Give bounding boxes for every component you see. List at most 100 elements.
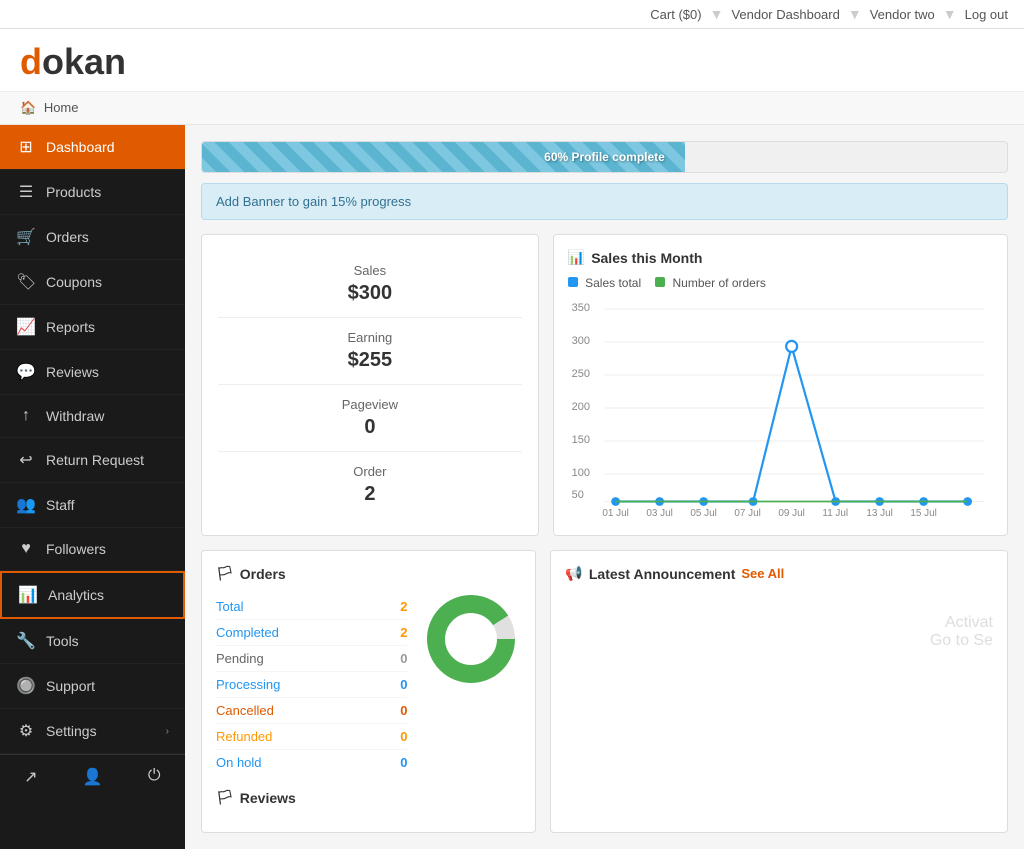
- sidebar-item-return-request[interactable]: ↩ Return Request: [0, 438, 185, 483]
- settings-arrow: ›: [166, 726, 169, 737]
- sales-chart-box: 📊 Sales this Month Sales total Number of…: [553, 234, 1008, 536]
- reviews-stub: 🏳 Reviews: [216, 789, 521, 806]
- sidebar-item-dashboard[interactable]: ⊞ Dashboard: [0, 125, 185, 170]
- donut-chart-wrap: [421, 594, 521, 684]
- chart-title: 📊 Sales this Month: [568, 249, 993, 266]
- main-layout: ⊞ Dashboard ☰ Products 🛒 Orders 🏷 Coupon…: [0, 125, 1024, 849]
- sidebar-item-reports[interactable]: 📈 Reports: [0, 305, 185, 350]
- order-row-total: Total 2: [216, 594, 407, 620]
- sidebar-label-tools: Tools: [46, 633, 169, 649]
- order-val-processing: 0: [400, 677, 407, 692]
- sidebar-item-settings[interactable]: ⚙ Settings ›: [0, 709, 185, 754]
- svg-text:100: 100: [571, 467, 589, 479]
- breadcrumb-home[interactable]: Home: [44, 100, 79, 115]
- chart-svg-wrapper: 350 300 250 200 150 100 50: [568, 298, 993, 521]
- vendor-dashboard-button[interactable]: Vendor Dashboard: [731, 7, 839, 22]
- svg-text:300: 300: [571, 335, 589, 347]
- sidebar-label-analytics: Analytics: [48, 587, 167, 603]
- legend-orders-dot: [655, 277, 665, 287]
- logout-button[interactable]: Log out: [965, 7, 1008, 22]
- order-row-cancelled: Cancelled 0: [216, 698, 407, 724]
- order-val-onhold: 0: [400, 755, 407, 770]
- order-label-pending: Pending: [216, 651, 264, 666]
- sidebar-label-settings: Settings: [46, 723, 156, 739]
- external-link-button[interactable]: ↗: [0, 755, 62, 799]
- donut-chart: [426, 594, 516, 684]
- sales-value: $300: [218, 282, 522, 305]
- sidebar-item-tools[interactable]: 🔧 Tools: [0, 619, 185, 664]
- profile-progress-container: 60% Profile complete: [201, 141, 1008, 173]
- sidebar-item-support[interactable]: 🔘 Support: [0, 664, 185, 709]
- order-label: Order: [218, 464, 522, 479]
- sales-chart-svg: 350 300 250 200 150 100 50: [568, 298, 993, 518]
- stats-box: Sales $300 Earning $255 Pageview 0 Order…: [201, 234, 539, 536]
- products-icon: ☰: [16, 182, 36, 202]
- see-all-button[interactable]: See All: [741, 566, 784, 581]
- svg-text:250: 250: [571, 368, 589, 380]
- user-profile-button[interactable]: 👤: [62, 755, 124, 799]
- vendor-two-button[interactable]: Vendor two: [870, 7, 935, 22]
- announcement-box: 📢 Latest Announcement See All ActivatGo …: [550, 550, 1008, 833]
- legend-orders: Number of orders: [655, 276, 766, 290]
- order-row-processing: Processing 0: [216, 672, 407, 698]
- legend-sales: Sales total: [568, 276, 641, 290]
- order-val-completed: 2: [400, 625, 407, 640]
- stat-order: Order 2: [218, 452, 522, 518]
- cart-button[interactable]: Cart ($0): [650, 7, 701, 22]
- pageview-value: 0: [218, 416, 522, 439]
- orders-icon: 🛒: [16, 227, 36, 247]
- breadcrumb: 🏠 Home: [0, 92, 1024, 125]
- sidebar-label-return-request: Return Request: [46, 452, 169, 468]
- stats-row: Sales $300 Earning $255 Pageview 0 Order…: [201, 234, 1008, 536]
- tools-icon: 🔧: [16, 631, 36, 651]
- order-label-cancelled: Cancelled: [216, 703, 274, 718]
- stat-sales: Sales $300: [218, 251, 522, 318]
- sidebar-item-reviews[interactable]: 💬 Reviews: [0, 350, 185, 395]
- order-label-total: Total: [216, 599, 243, 614]
- stat-earning: Earning $255: [218, 318, 522, 385]
- svg-text:01 Jul: 01 Jul: [602, 508, 628, 518]
- coupons-icon: 🏷: [16, 272, 36, 292]
- svg-text:03 Jul: 03 Jul: [646, 508, 672, 518]
- sidebar-label-followers: Followers: [46, 541, 169, 557]
- orders-icon: 🏳: [216, 565, 234, 582]
- svg-text:09 Jul: 09 Jul: [778, 508, 804, 518]
- sidebar-item-followers[interactable]: ♥ Followers: [0, 528, 185, 571]
- svg-text:350: 350: [571, 302, 589, 314]
- profile-progress-label: 60% Profile complete: [202, 150, 1007, 164]
- sidebar-label-staff: Staff: [46, 497, 169, 513]
- order-value: 2: [218, 483, 522, 506]
- reports-icon: 📈: [16, 317, 36, 337]
- svg-text:07 Jul: 07 Jul: [734, 508, 760, 518]
- logo-rest: okan: [42, 41, 126, 82]
- orders-list: Total 2 Completed 2 Pending 0 Processi: [216, 594, 407, 775]
- sidebar-item-orders[interactable]: 🛒 Orders: [0, 215, 185, 260]
- legend-sales-dot: [568, 277, 578, 287]
- sidebar-item-staff[interactable]: 👥 Staff: [0, 483, 185, 528]
- sidebar-item-analytics[interactable]: 📊 Analytics: [0, 571, 185, 619]
- chart-legend: Sales total Number of orders: [568, 276, 993, 290]
- svg-text:150: 150: [571, 434, 589, 446]
- bottom-row: 🏳 Orders Total 2 Completed 2: [201, 550, 1008, 833]
- sales-label: Sales: [218, 263, 522, 278]
- sidebar-label-dashboard: Dashboard: [46, 139, 169, 155]
- chart-peak-dot: [786, 341, 797, 352]
- orders-box: 🏳 Orders Total 2 Completed 2: [201, 550, 536, 833]
- earning-label: Earning: [218, 330, 522, 345]
- sidebar-item-withdraw[interactable]: ↑ Withdraw: [0, 395, 185, 438]
- top-navigation: Cart ($0) ▼ Vendor Dashboard ▼ Vendor tw…: [0, 0, 1024, 29]
- staff-icon: 👥: [16, 495, 36, 515]
- order-label-processing: Processing: [216, 677, 280, 692]
- power-button[interactable]: ⏻: [123, 755, 185, 799]
- return-icon: ↩: [16, 450, 36, 470]
- sidebar-bottom: ↗ 👤 ⏻: [0, 754, 185, 799]
- order-label-onhold: On hold: [216, 755, 262, 770]
- earning-value: $255: [218, 349, 522, 372]
- sidebar-item-products[interactable]: ☰ Products: [0, 170, 185, 215]
- banner-notice: Add Banner to gain 15% progress: [201, 183, 1008, 220]
- settings-icon: ⚙: [16, 721, 36, 741]
- header: dokan: [0, 29, 1024, 92]
- sidebar-item-coupons[interactable]: 🏷 Coupons: [0, 260, 185, 305]
- chart-icon: 📊: [568, 249, 585, 266]
- order-val-pending: 0: [400, 651, 407, 666]
